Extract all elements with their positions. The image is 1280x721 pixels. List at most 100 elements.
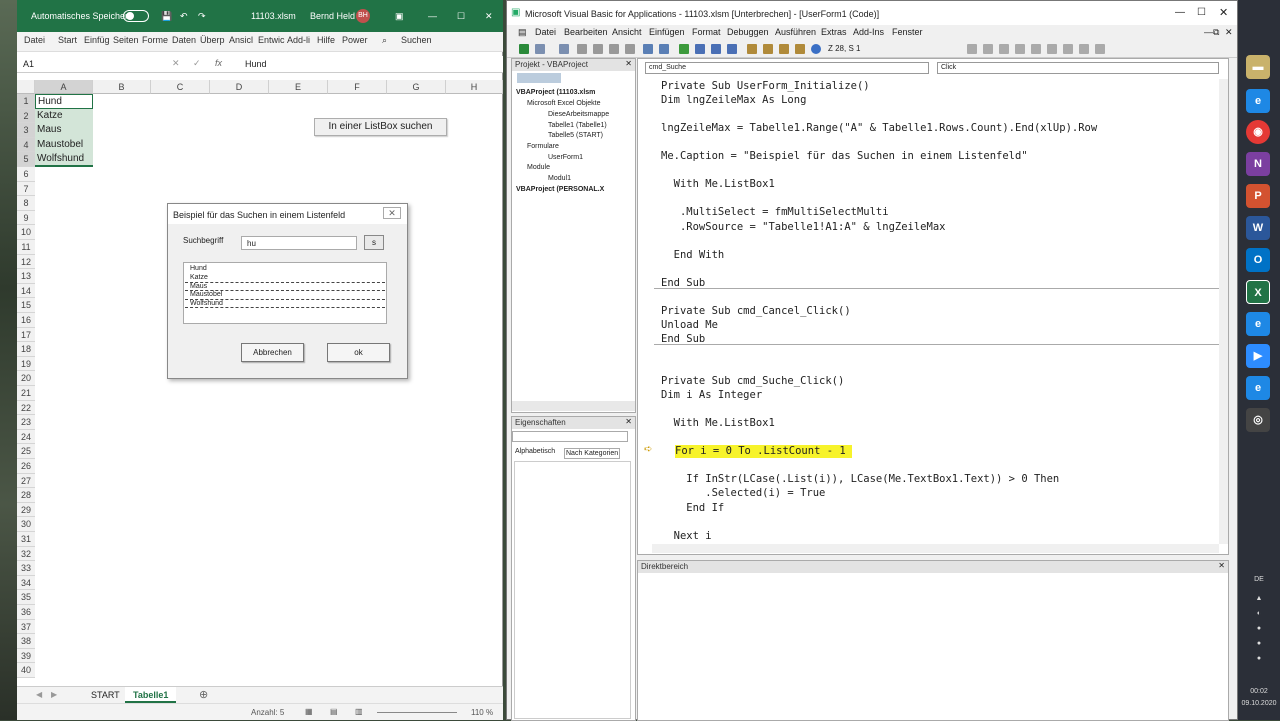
search-input[interactable]: hu [241, 236, 357, 250]
row-header[interactable]: 1 [17, 94, 35, 109]
row-header[interactable]: 23 [17, 415, 35, 430]
row-header[interactable]: 30 [17, 517, 35, 532]
confirm-icon[interactable]: ✓ [193, 58, 201, 69]
row-header[interactable]: 36 [17, 605, 35, 620]
autosave-toggle[interactable] [123, 10, 149, 22]
row-header[interactable]: 7 [17, 181, 35, 197]
menu-formeln[interactable]: Forme [142, 35, 168, 45]
redo-icon[interactable]: ↷ [198, 11, 206, 22]
listbox[interactable]: Hund Katze Maus Maustobel Wolfshund [183, 262, 387, 324]
row-header[interactable]: 32 [17, 546, 35, 562]
vba-minimize-icon[interactable]: — [1175, 7, 1185, 18]
code-line[interactable]: Next i [661, 530, 712, 543]
excel-icon[interactable]: X [1246, 280, 1270, 304]
row-header[interactable]: 6 [17, 167, 35, 182]
tab-start[interactable]: START [91, 690, 120, 700]
row-header[interactable]: 27 [17, 473, 35, 489]
excel-view-icon[interactable] [519, 44, 529, 54]
tray-icon[interactable]: ● [1238, 655, 1280, 662]
row-header[interactable]: 21 [17, 386, 35, 401]
horizontal-scrollbar[interactable] [512, 401, 635, 411]
copy-icon[interactable] [593, 44, 603, 54]
row-header[interactable]: 9 [17, 210, 35, 226]
menu-ausfuehren[interactable]: Ausführen [775, 27, 816, 37]
procedure-combo[interactable]: Click [937, 62, 1219, 74]
prev-sheet-icon[interactable]: ◀ [36, 690, 42, 699]
row-header[interactable]: 3 [17, 123, 35, 138]
list-item[interactable]: Maustobel [190, 291, 380, 300]
tab-kategorien[interactable]: Nach Kategorien [564, 448, 621, 459]
code-line[interactable]: Unload Me [661, 319, 718, 332]
column-header[interactable]: C [151, 80, 210, 94]
tray-icon[interactable]: ● [1238, 640, 1280, 647]
menu-datei[interactable]: Datei [24, 35, 45, 45]
code-line[interactable]: End With [661, 249, 725, 262]
column-header[interactable]: E [269, 80, 328, 94]
cut-icon[interactable] [577, 44, 587, 54]
cell-a1[interactable]: Hund [35, 94, 93, 109]
code-line[interactable]: Dim lngZeileMax As Long [661, 94, 806, 107]
code-line[interactable]: For i = 0 To .ListCount - 1 [675, 445, 853, 459]
search-button[interactable]: s [364, 235, 384, 250]
page-break-icon[interactable]: ▥ [355, 707, 363, 716]
save-icon[interactable] [559, 44, 569, 54]
row-header[interactable]: 15 [17, 298, 35, 313]
menu-daten[interactable]: Daten [172, 35, 196, 45]
menu-debuggen[interactable]: Debuggen [727, 27, 769, 37]
menu-close-icon[interactable]: ✕ [1225, 27, 1233, 38]
select-all[interactable] [17, 80, 35, 94]
tree-item[interactable]: DieseArbeitsmappe [548, 111, 609, 118]
toggle-breakpoint-icon[interactable] [1047, 44, 1057, 54]
list-item[interactable]: Maus [185, 282, 385, 291]
tab-tabelle1[interactable]: Tabelle1 [125, 687, 177, 703]
project-explorer-icon[interactable] [747, 44, 757, 54]
code-line[interactable]: Private Sub cmd_Cancel_Click() [661, 305, 851, 318]
menu-suchen[interactable]: Suchen [401, 35, 432, 45]
menu-ueberpruefen[interactable]: Überp [200, 35, 225, 45]
code-window-icon[interactable]: ▤ [518, 27, 527, 38]
run-icon[interactable] [679, 44, 689, 54]
search-icon[interactable]: ⌕ [382, 35, 387, 46]
redo-icon[interactable] [659, 44, 669, 54]
code-line[interactable]: Me.Caption = "Beispiel für das Suchen in… [661, 150, 1028, 163]
row-header[interactable]: 37 [17, 619, 35, 635]
column-header[interactable]: F [328, 80, 387, 94]
row-header[interactable]: 17 [17, 327, 35, 343]
formula-input[interactable]: Hund [245, 59, 267, 69]
code-line[interactable]: With Me.ListBox1 [661, 178, 775, 191]
column-header[interactable]: D [210, 80, 269, 94]
row-header[interactable]: 18 [17, 342, 35, 357]
horizontal-scrollbar[interactable] [652, 544, 1219, 553]
row-header[interactable]: 10 [17, 225, 35, 240]
minimize-icon[interactable]: — [428, 11, 437, 21]
menu-start[interactable]: Start [58, 35, 77, 45]
column-header[interactable]: H [446, 80, 503, 94]
ribbon-display-icon[interactable]: ▣ [395, 11, 404, 22]
row-header[interactable]: 2 [17, 108, 35, 124]
insert-userform-icon[interactable] [535, 44, 545, 54]
next-sheet-icon[interactable]: ▶ [51, 690, 57, 699]
menu-extras[interactable]: Extras [821, 27, 847, 37]
edge-icon[interactable]: e [1246, 312, 1270, 336]
row-header[interactable]: 8 [17, 196, 35, 211]
menu-format[interactable]: Format [692, 27, 721, 37]
row-header[interactable]: 20 [17, 371, 35, 386]
vba-maximize-icon[interactable]: ☐ [1197, 7, 1206, 18]
object-dropdown[interactable] [512, 431, 628, 442]
menu-einfuegen[interactable]: Einfügen [649, 27, 685, 37]
uncomment-icon[interactable] [1079, 44, 1089, 54]
menu-ansicht[interactable]: Ansicl [229, 35, 253, 45]
maximize-icon[interactable]: ☐ [457, 11, 465, 22]
project-view-buttons[interactable] [517, 73, 561, 83]
cancel-icon[interactable]: ✕ [172, 58, 180, 69]
row-header[interactable]: 11 [17, 240, 35, 255]
row-header[interactable]: 33 [17, 561, 35, 576]
name-box[interactable]: A1 [23, 59, 34, 69]
column-header[interactable]: A [35, 80, 93, 94]
code-line[interactable]: With Me.ListBox1 [661, 417, 775, 430]
tree-item[interactable]: UserForm1 [548, 154, 583, 161]
tray-icon[interactable]: ● [1238, 625, 1280, 632]
add-sheet-icon[interactable]: ⊕ [199, 688, 208, 701]
close-icon[interactable]: ✕ [485, 11, 493, 22]
menu-datei[interactable]: Datei [535, 27, 556, 37]
